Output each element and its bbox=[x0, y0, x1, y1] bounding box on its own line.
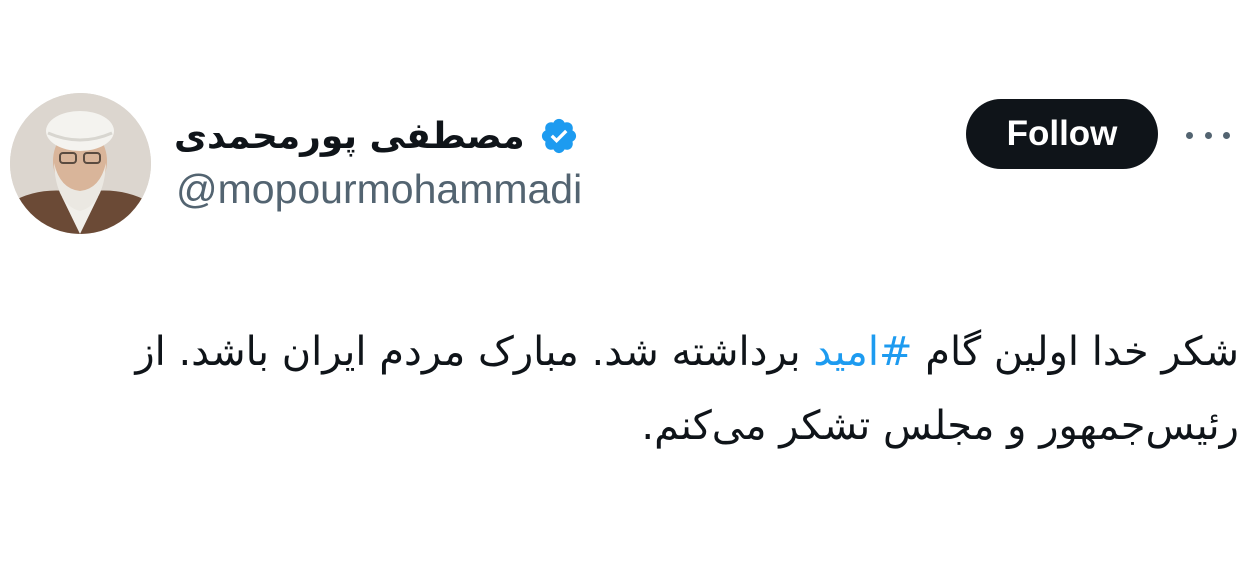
tweet-card: مصطفی پورمحمدی @mopourmohammadi Follow ش… bbox=[0, 0, 1253, 579]
avatar[interactable] bbox=[10, 93, 151, 234]
more-dot bbox=[1186, 131, 1193, 139]
tweet-text: شکر خدا اولین گام #امید برداشته شد. مبار… bbox=[79, 315, 1239, 463]
author-display-name[interactable]: مصطفی پورمحمدی bbox=[174, 116, 525, 157]
more-dot bbox=[1223, 131, 1230, 139]
follow-button[interactable]: Follow bbox=[966, 99, 1158, 169]
more-horizontal-icon[interactable] bbox=[1186, 120, 1230, 150]
author-name-row: مصطفی پورمحمدی bbox=[174, 106, 579, 166]
more-dot bbox=[1204, 131, 1212, 139]
author-handle[interactable]: @mopourmohammadi bbox=[176, 166, 582, 213]
hashtag-link[interactable]: #امید bbox=[813, 329, 912, 375]
verified-badge-icon bbox=[539, 116, 579, 156]
avatar-image bbox=[10, 93, 151, 234]
tweet-text-before: شکر خدا اولین گام bbox=[912, 329, 1239, 375]
